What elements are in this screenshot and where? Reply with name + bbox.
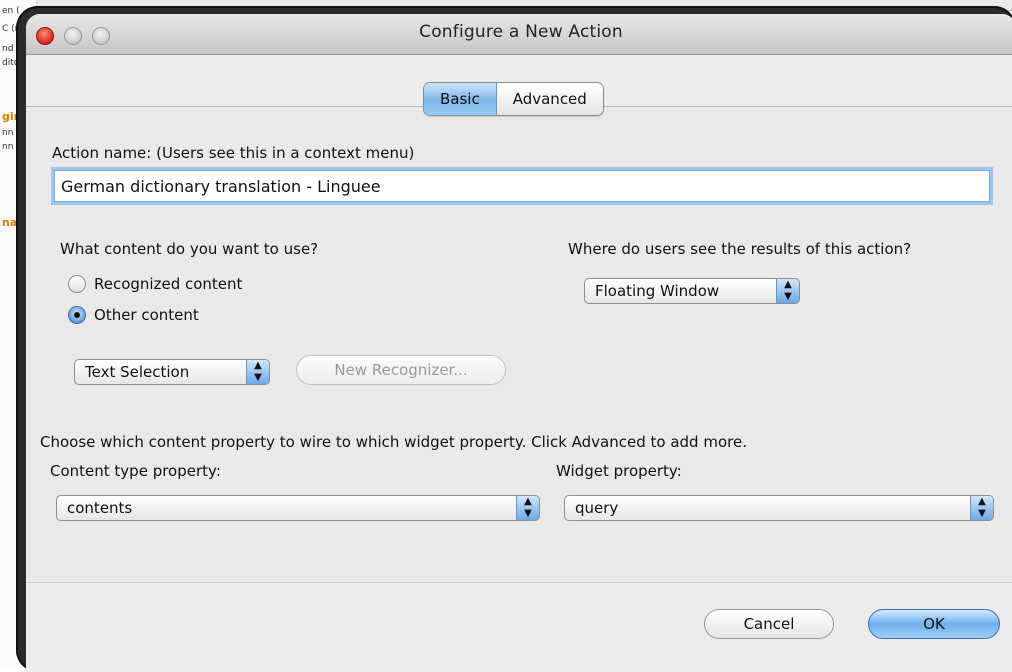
bg-fragment: nn xyxy=(2,128,14,138)
popup-value: Floating Window xyxy=(595,282,720,300)
widget-property-label: Widget property: xyxy=(556,462,682,480)
results-question-label: Where do users see the results of this a… xyxy=(568,240,912,258)
ok-button[interactable]: OK xyxy=(868,609,1000,639)
popup-value: contents xyxy=(67,499,133,517)
content-source-popup[interactable]: Text Selection ▲ ▼ xyxy=(74,359,270,385)
up-down-arrows-icon: ▲ ▼ xyxy=(516,496,539,520)
content-question-label: What content do you want to use? xyxy=(60,240,319,258)
up-down-arrows-icon: ▲ ▼ xyxy=(776,279,799,303)
content-type-property-label: Content type property: xyxy=(50,462,221,480)
radio-label: Recognized content xyxy=(94,275,243,293)
tab-bar: Basic Advanced xyxy=(423,82,604,116)
dialog-content: Basic Advanced Action name: (Users see t… xyxy=(26,55,1012,672)
results-location-popup[interactable]: Floating Window ▲ ▼ xyxy=(584,278,800,304)
action-name-label: Action name: (Users see this in a contex… xyxy=(52,144,415,162)
tab-basic[interactable]: Basic xyxy=(424,83,497,115)
bg-fragment: nn xyxy=(2,142,14,152)
action-name-field[interactable]: German dictionary translation - Linguee xyxy=(54,170,990,202)
tab-advanced[interactable]: Advanced xyxy=(496,83,603,115)
bg-fragment: nd xyxy=(2,44,14,54)
cancel-button[interactable]: Cancel xyxy=(704,609,834,639)
wiring-instruction: Choose which content property to wire to… xyxy=(40,433,747,451)
dialog-body: Configure a New Action Basic Advanced Ac… xyxy=(26,14,1012,672)
configure-action-dialog: Configure a New Action Basic Advanced Ac… xyxy=(16,6,1012,672)
up-down-arrows-icon: ▲ ▼ xyxy=(970,496,993,520)
radio-unchecked-icon[interactable] xyxy=(68,275,86,293)
widget-property-popup[interactable]: query ▲ ▼ xyxy=(564,495,994,521)
bg-fragment: en ( xyxy=(2,6,20,16)
new-recognizer-button[interactable]: New Recognizer... xyxy=(296,355,506,385)
popup-value: query xyxy=(575,499,619,517)
radio-checked-icon[interactable] xyxy=(68,306,86,324)
radio-label: Other content xyxy=(94,306,199,324)
radio-recognized-content[interactable]: Recognized content xyxy=(68,275,242,293)
bg-fragment: na xyxy=(2,216,18,229)
window-title: Configure a New Action xyxy=(419,22,623,42)
title-bar[interactable]: Configure a New Action xyxy=(26,14,1012,55)
popup-value: Text Selection xyxy=(85,363,190,381)
up-down-arrows-icon: ▲ ▼ xyxy=(246,360,269,384)
content-type-property-popup[interactable]: contents ▲ ▼ xyxy=(56,495,540,521)
radio-other-content[interactable]: Other content xyxy=(68,306,199,324)
